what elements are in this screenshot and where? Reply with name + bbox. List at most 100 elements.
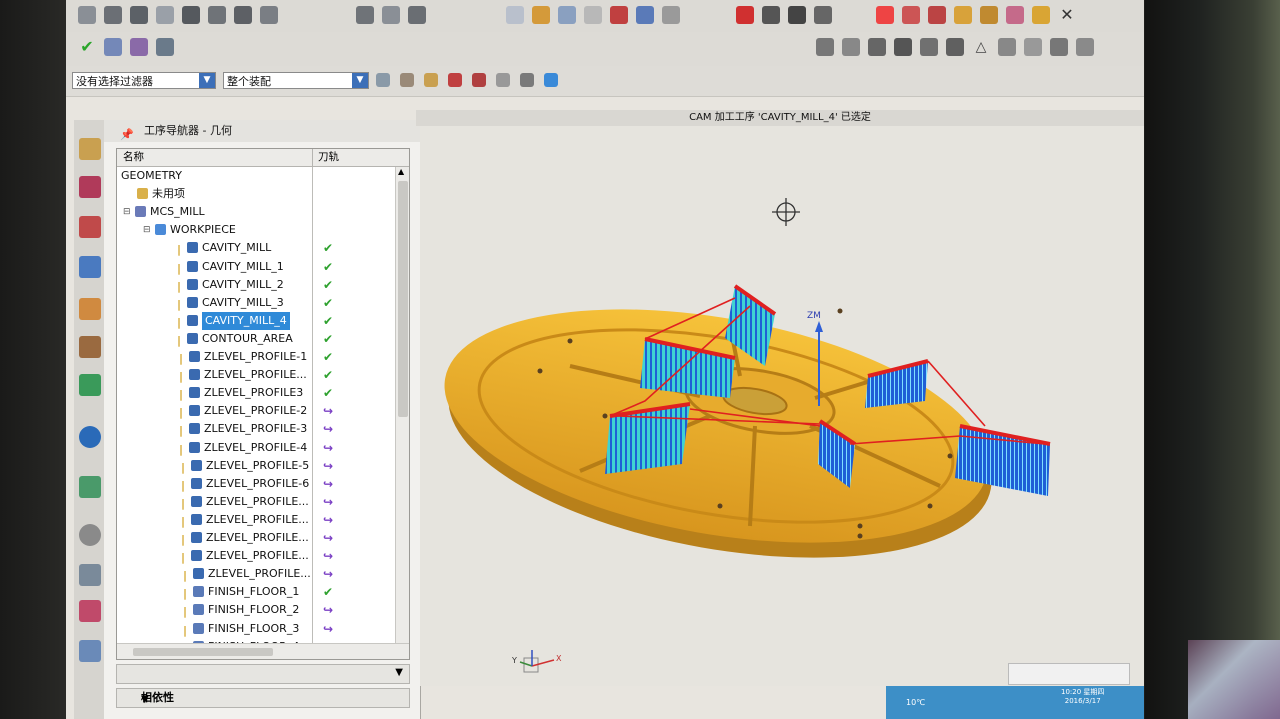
assembly-navigator-icon[interactable] [79,138,101,160]
tree-row[interactable]: | ZLEVEL_PROFILE... ↪ [117,565,395,583]
verify-icon[interactable] [532,6,550,24]
input-method-bar[interactable] [1008,663,1130,685]
operation-navigator-icon[interactable] [79,256,101,278]
vertical-scrollbar[interactable]: ▲ [395,167,409,643]
operation-icon[interactable] [260,6,278,24]
machine-tool-icon[interactable] [104,38,122,56]
edge-blend-icon[interactable] [1076,38,1094,56]
constraint-navigator-icon[interactable] [79,176,101,198]
tree-row[interactable]: | CAVITY_MILL_2 ✔ [117,276,395,294]
paint-icon[interactable] [1006,6,1024,24]
scroll-up-icon[interactable]: ▲ [398,167,404,176]
role-icon[interactable] [79,600,101,622]
tree-row[interactable]: | ZLEVEL_PROFILE-5 ↪ [117,457,395,475]
tree-row[interactable]: | CAVITY_MILL_3 ✔ [117,294,395,312]
report-icon[interactable] [636,6,654,24]
verify-check-icon[interactable]: ✔ [78,38,96,56]
system-scene-icon[interactable] [79,640,101,662]
tree-row[interactable]: ⊟ MCS_MILL [117,203,395,221]
tree-row[interactable]: | ZLEVEL_PROFILE... ↪ [117,529,395,547]
mill-icon[interactable] [234,6,252,24]
tree-row[interactable]: | CAVITY_MILL_1 ✔ [117,258,395,276]
wcs-icon[interactable] [78,6,96,24]
tree-row[interactable]: | CONTOUR_AREA ✔ [117,330,395,348]
replay-icon[interactable] [736,6,754,24]
graphics-window[interactable]: ZM X Y [420,126,1144,686]
tree-row[interactable]: 未用项 [117,185,395,203]
web-browser-icon[interactable] [79,426,101,448]
cylinder-icon[interactable] [842,38,860,56]
scroll-thumb[interactable] [133,648,273,656]
simulate-icon[interactable] [558,6,576,24]
view-icon[interactable] [520,73,534,87]
tree-row[interactable]: | ZLEVEL_PROFILE-2 ↪ [117,402,395,420]
tree-row[interactable]: | ZLEVEL_PROFILE... ↪ [117,511,395,529]
inspect-icon[interactable] [1032,6,1050,24]
shop-doc-icon[interactable] [610,6,628,24]
feature-icon[interactable] [156,6,174,24]
time-icon[interactable] [662,6,680,24]
tree-row[interactable]: | FINISH_FLOOR_2 ↪ [117,601,395,619]
program-icon[interactable] [408,6,426,24]
hole-icon[interactable] [920,38,938,56]
reuse-library-icon[interactable] [79,336,101,358]
machine-navigator-icon[interactable] [79,298,101,320]
horizontal-scrollbar[interactable] [117,643,409,659]
tree-expand-icon[interactable]: ⊟ [123,203,131,221]
tree-row[interactable]: | ZLEVEL_PROFILE... ✔ [117,366,395,384]
tree-row[interactable]: | ZLEVEL_PROFILE-1 ✔ [117,348,395,366]
tree-row[interactable]: | FINISH_FLOOR_3 ↪ [117,620,395,638]
analysis-icon[interactable] [980,6,998,24]
model-view[interactable]: ZM X Y [420,126,1144,686]
snap-icon[interactable] [376,73,390,87]
face-icon[interactable] [130,6,148,24]
taskbar-clock[interactable]: 10:20 星期四 2016/3/17 [1061,688,1104,706]
point-icon[interactable] [448,73,462,87]
path-filter-icon[interactable] [788,6,806,24]
tree-row[interactable]: | FINISH_FLOOR_1 ✔ [117,583,395,601]
type-filter-dropdown[interactable]: 没有选择过滤器 ▼ [72,72,216,89]
cube-icon[interactable] [544,73,558,87]
tree-row-root[interactable]: GEOMETRY [117,167,395,185]
boss-icon[interactable] [946,38,964,56]
dependencies-section[interactable]: 相依性 ▼ [116,688,410,708]
geometry-icon[interactable] [356,6,374,24]
column-toolpath-header[interactable]: 刀轨 [318,149,339,166]
edge-icon[interactable] [104,6,122,24]
object-icon[interactable] [928,6,946,24]
sketch-icon[interactable] [182,6,200,24]
square-icon[interactable] [998,38,1016,56]
palette-icon[interactable] [79,564,101,586]
rect-icon[interactable] [1024,38,1042,56]
method-icon[interactable] [382,6,400,24]
intent-icon[interactable] [400,73,414,87]
tree-row[interactable]: | ZLEVEL_PROFILE... ↪ [117,547,395,565]
generate-icon[interactable] [506,6,524,24]
feeds-icon[interactable] [156,38,174,56]
arrow-icon[interactable] [472,73,486,87]
extrude-icon[interactable] [868,38,886,56]
chamfer-icon[interactable] [1050,38,1068,56]
path-display-icon[interactable] [814,6,832,24]
tool-path-edit-icon[interactable] [876,6,894,24]
tree-row[interactable]: ⊟ WORKPIECE [117,221,395,239]
list-path-icon[interactable] [762,6,780,24]
tree-expand-icon[interactable]: ⊟ [143,221,151,239]
hd3d-icon[interactable] [79,374,101,396]
tree-row[interactable]: | ZLEVEL_PROFILE-4 ↪ [117,439,395,457]
part-navigator-icon[interactable] [79,216,101,238]
tree-row[interactable]: | ZLEVEL_PROFILE-6 ↪ [117,475,395,493]
column-name-header[interactable]: 名称 [123,149,144,166]
triangle-icon[interactable]: △ [972,38,990,56]
select-box-icon[interactable] [424,73,438,87]
tree-row[interactable]: | CAVITY_MILL ✔ [117,239,395,257]
tree-row[interactable]: | ZLEVEL_PROFILE-3 ↪ [117,420,395,438]
tree-row[interactable]: | CAVITY_MILL_4 ✔ [117,311,395,330]
pin-icon[interactable]: 📌 [120,124,134,146]
tree-row[interactable]: | ZLEVEL_PROFILE... ↪ [117,493,395,511]
selection-scope-dropdown[interactable]: 整个装配 ▼ [223,72,369,89]
workpiece-part[interactable] [426,272,1009,595]
details-section[interactable]: ▼ [116,664,410,684]
revolve-icon[interactable] [894,38,912,56]
tree-row[interactable]: | ZLEVEL_PROFILE3 ✔ [117,384,395,402]
